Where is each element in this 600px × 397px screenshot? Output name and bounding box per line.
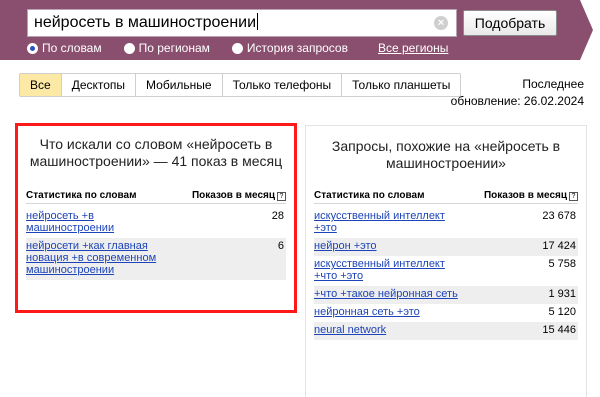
column-shows: Показов в месяц? xyxy=(192,190,286,201)
table-row: искусственный интеллект +это 23 678 xyxy=(314,208,578,238)
mode-label: История запросов xyxy=(246,41,348,55)
column-shows: Показов в месяц? xyxy=(484,190,578,201)
mode-label: По словам xyxy=(42,41,102,55)
table-row: +что +такое нейронная сеть 1 931 xyxy=(314,286,578,304)
column-headers: Статистика по словам Показов в месяц? xyxy=(26,188,286,204)
tab-all[interactable]: Все xyxy=(20,74,62,96)
column-words: Статистика по словам xyxy=(314,190,425,201)
query-count: 5 758 xyxy=(548,258,576,270)
table-row: нейросеть +в машиностроении 28 xyxy=(26,208,286,238)
mode-label: По регионам xyxy=(138,41,210,55)
radio-icon[interactable] xyxy=(231,42,243,54)
mode-history[interactable]: История запросов xyxy=(231,41,348,55)
help-icon[interactable]: ? xyxy=(277,192,286,201)
update-line-2: обновление: 26.02.2024 xyxy=(450,94,584,108)
device-tabs: Все Десктопы Мобильные Только телефоны Т… xyxy=(19,73,462,97)
query-count: 17 424 xyxy=(542,240,576,252)
update-line-1: Последнее xyxy=(522,77,584,91)
tab-phones-only[interactable]: Только телефоны xyxy=(223,74,343,96)
query-link[interactable]: +что +такое нейронная сеть xyxy=(314,288,464,300)
tab-tablets-only[interactable]: Только планшеты xyxy=(342,74,460,96)
mode-radio-group: По словам По регионам История запросов В… xyxy=(27,40,448,56)
query-count: 23 678 xyxy=(542,210,576,222)
query-count: 6 xyxy=(277,240,284,252)
panel-title: Запросы, похожие на «нейросеть в машинос… xyxy=(331,138,561,171)
panel-title: Что искали со словом «нейросеть в машино… xyxy=(29,136,283,169)
query-count: 28 xyxy=(271,210,284,222)
table-row: искусственный интеллект +что +это 5 758 xyxy=(314,256,578,286)
table-row: нейрон +это 17 424 xyxy=(314,238,578,256)
table-row: нейросети +как главная новация +в соврем… xyxy=(26,238,286,280)
query-count: 5 120 xyxy=(548,306,576,318)
last-update: Последнее обновление: 26.02.2024 xyxy=(451,76,584,110)
table-row: neural network 15 446 xyxy=(314,322,578,340)
search-input[interactable]: нейросеть в машиностроении xyxy=(27,9,457,37)
query-link[interactable]: нейросети +как главная новация +в соврем… xyxy=(26,240,176,276)
radio-checked-icon[interactable] xyxy=(27,42,38,54)
column-headers: Статистика по словам Показов в месяц? xyxy=(314,188,578,204)
tab-mobile[interactable]: Мобильные xyxy=(136,74,223,96)
radio-icon[interactable] xyxy=(123,42,135,54)
query-count: 15 446 xyxy=(542,324,576,336)
table-row: нейронная сеть +это 5 120 xyxy=(314,304,578,322)
query-link[interactable]: искусственный интеллект +что +это xyxy=(314,258,464,282)
clear-icon[interactable]: × xyxy=(434,16,448,30)
search-header: нейросеть в машиностроении × Подобрать П… xyxy=(0,0,593,60)
query-link[interactable]: нейронная сеть +это xyxy=(314,306,464,318)
word-stats-rows: нейросеть +в машиностроении 28 нейросети… xyxy=(26,208,286,280)
similar-queries-panel: Запросы, похожие на «нейросеть в машинос… xyxy=(305,125,587,397)
column-words: Статистика по словам xyxy=(26,190,137,201)
query-link[interactable]: neural network xyxy=(314,324,464,336)
submit-button[interactable]: Подобрать xyxy=(463,10,557,36)
help-icon[interactable]: ? xyxy=(569,192,578,201)
word-stats-panel: Что искали со словом «нейросеть в машино… xyxy=(15,123,297,313)
all-regions-link[interactable]: Все регионы xyxy=(378,41,448,55)
query-link[interactable]: нейрон +это xyxy=(314,240,464,252)
query-link[interactable]: нейросеть +в машиностроении xyxy=(26,210,176,234)
similar-queries-rows: искусственный интеллект +это 23 678 нейр… xyxy=(314,208,578,340)
query-count: 1 931 xyxy=(548,288,576,300)
tab-desktops[interactable]: Десктопы xyxy=(62,74,137,96)
mode-by-regions[interactable]: По регионам xyxy=(123,41,210,55)
query-link[interactable]: искусственный интеллект +это xyxy=(314,210,464,234)
mode-by-words[interactable]: По словам xyxy=(27,41,102,55)
